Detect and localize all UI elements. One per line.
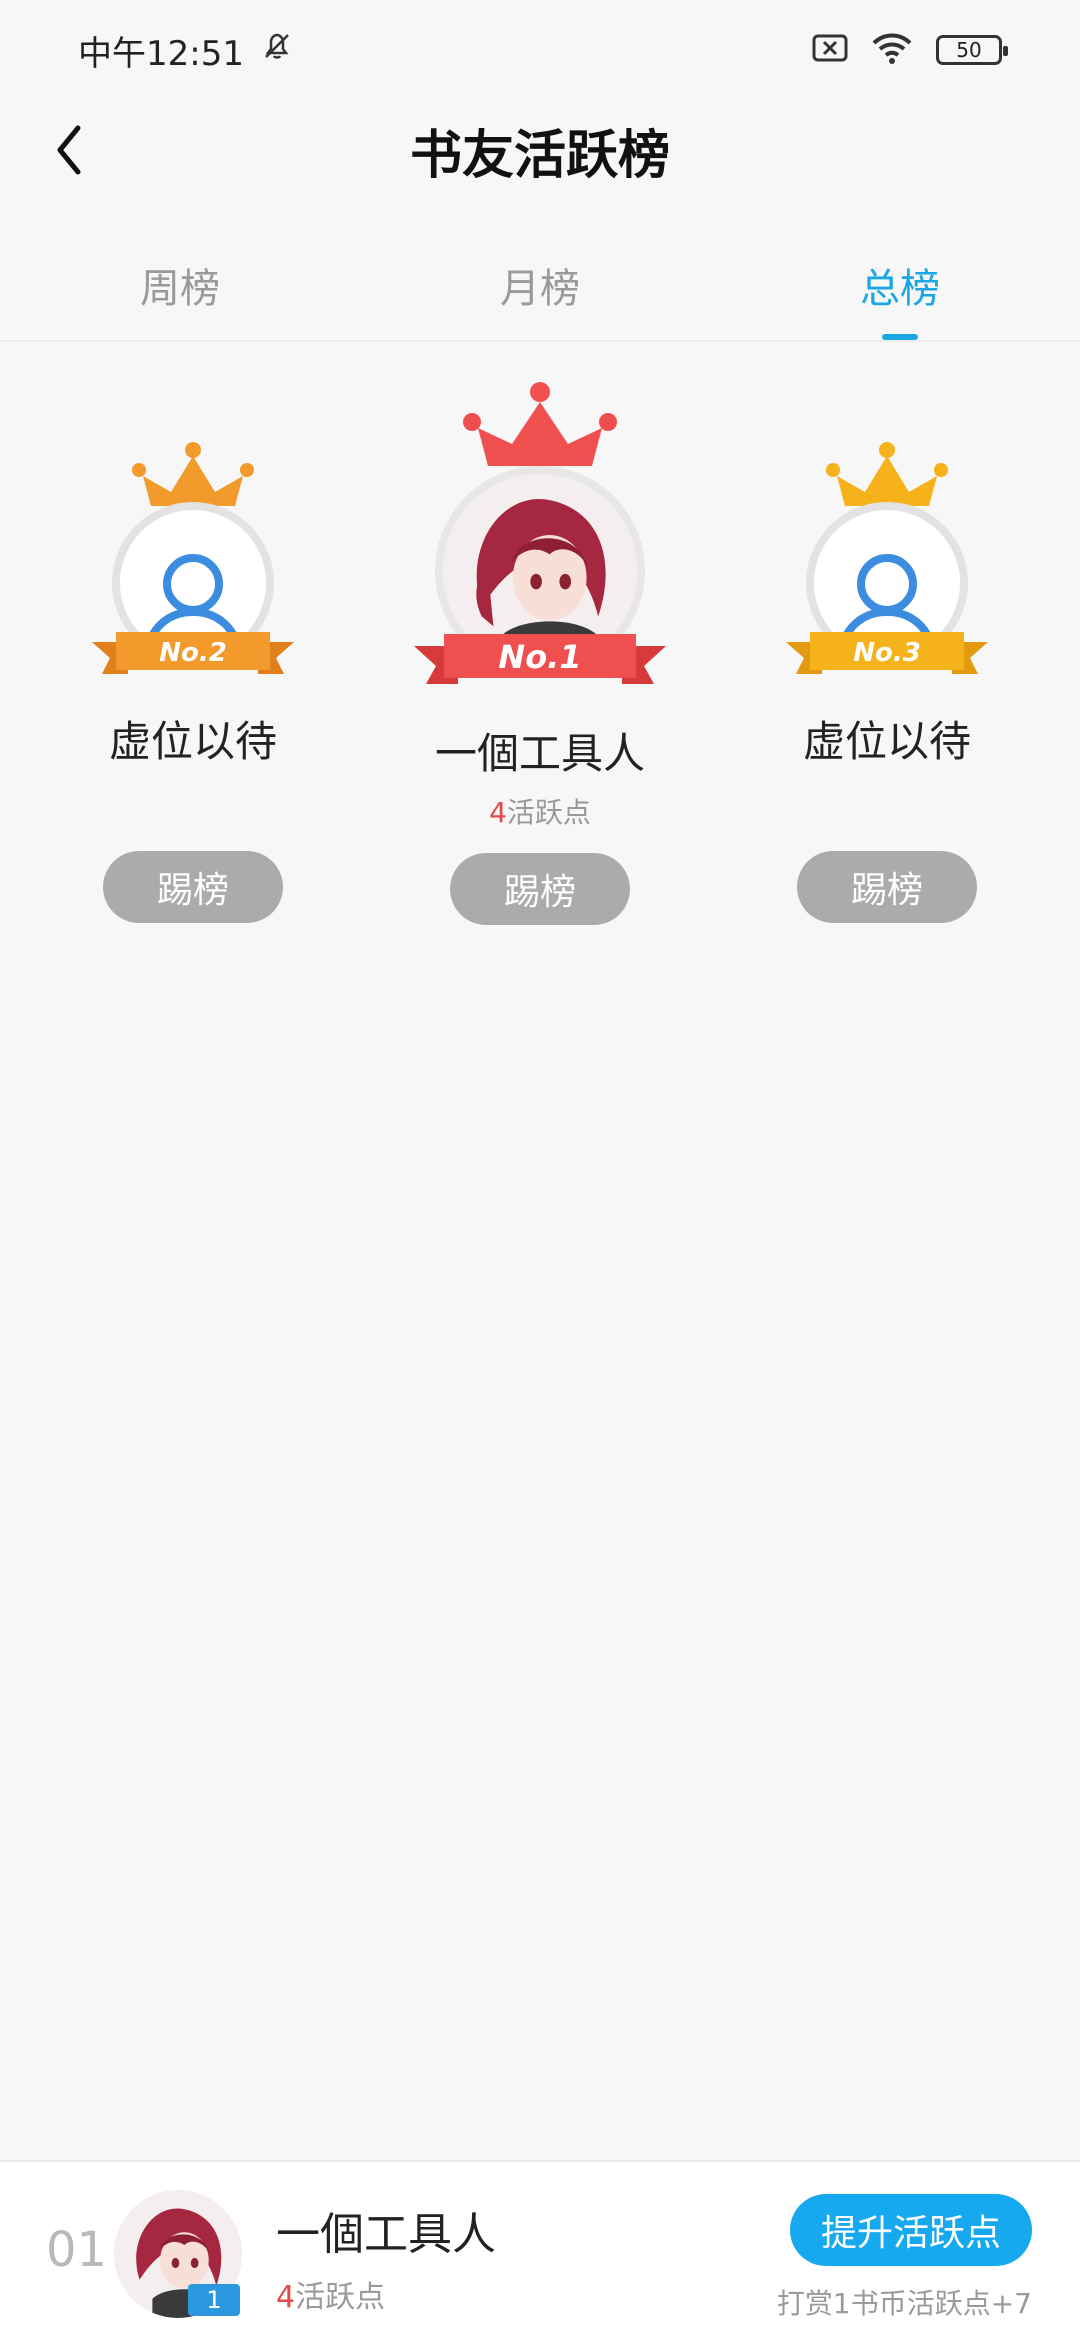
tab-weekly[interactable]: 周榜 [0, 230, 360, 340]
tab-total[interactable]: 总榜 [720, 230, 1080, 340]
points-suffix: 活跃点 [295, 2280, 386, 2315]
status-time: 中午12:51 [78, 33, 244, 74]
crown-icon [826, 442, 948, 506]
rank-third: No.3 虚位以待 踢榜 [727, 440, 1047, 923]
rank-ribbon-third: No.3 [786, 632, 988, 674]
reward-tip: 打赏1书币活跃点+7 [776, 2287, 1032, 2320]
tab-weekly-label: 周榜 [140, 266, 220, 312]
avatar-second[interactable]: No.2 [73, 440, 313, 700]
back-chevron-icon[interactable] [40, 120, 100, 180]
points-value: 4 [276, 2280, 296, 2315]
promote-button-label: 提升活跃点 [820, 2213, 1001, 2254]
tab-monthly-label: 月榜 [500, 266, 580, 312]
wifi-icon [870, 31, 914, 69]
rank-first: No.1 一個工具人 4活跃点 踢榜 [380, 380, 700, 925]
status-right: 50 [812, 31, 1008, 69]
page-title: 书友活跃榜 [409, 125, 670, 186]
rank-second-name: 虚位以待 [108, 717, 277, 766]
points-suffix: 活跃点 [506, 796, 591, 829]
status-bar: 中午12:51 50 [0, 0, 1080, 100]
crown-icon [132, 442, 254, 506]
kick-button-label: 踢榜 [503, 872, 576, 913]
ribbon-label: No.1 [498, 638, 581, 676]
tab-bar: 周榜 月榜 总榜 [0, 230, 1080, 342]
tab-total-label: 总榜 [860, 266, 940, 312]
kick-button-first[interactable]: 踢榜 [450, 853, 630, 925]
kick-button-label: 踢榜 [850, 870, 923, 911]
battery-icon: 50 [936, 35, 1008, 65]
rank-first-name: 一個工具人 [434, 729, 645, 778]
crown-icon [463, 382, 617, 466]
podium: No.2 虚位以待 踢榜 No.1 一個工具人 4活跃点 踢榜 No.3 虚位以… [0, 380, 1080, 940]
points-value: 4 [489, 796, 507, 829]
my-name: 一個工具人 [276, 2209, 496, 2260]
rank-ribbon-first: No.1 [414, 634, 666, 684]
title-bar: 书友活跃榜 [0, 100, 1080, 200]
rank-ribbon-second: No.2 [92, 632, 294, 674]
status-left: 中午12:51 [78, 26, 294, 75]
promote-activity-button[interactable]: 提升活跃点 [790, 2194, 1032, 2266]
ribbon-label: No.3 [853, 638, 921, 668]
ribbon-label: No.2 [159, 638, 227, 668]
avatar-first[interactable]: No.1 [380, 380, 700, 720]
rank-first-points: 4活跃点 [489, 791, 591, 831]
my-rank-bar: 01 1 一個工具人 4活跃点 提升活跃点 打赏1书币活跃点+7 [0, 2160, 1080, 2340]
my-rank-number: 01 [46, 2222, 108, 2278]
kick-button-second[interactable]: 踢榜 [103, 851, 283, 923]
rank-second: No.2 虚位以待 踢榜 [33, 440, 353, 923]
my-points: 4活跃点 [276, 2272, 385, 2316]
level-badge: 1 [188, 2284, 240, 2316]
sim-off-icon [812, 34, 848, 66]
kick-button-third[interactable]: 踢榜 [797, 851, 977, 923]
avatar-third[interactable]: No.3 [767, 440, 1007, 700]
battery-level: 50 [956, 38, 982, 62]
tab-monthly[interactable]: 月榜 [360, 230, 720, 340]
kick-button-label: 踢榜 [156, 870, 229, 911]
mute-bell-icon [260, 29, 294, 72]
rank-third-name: 虚位以待 [802, 717, 971, 766]
